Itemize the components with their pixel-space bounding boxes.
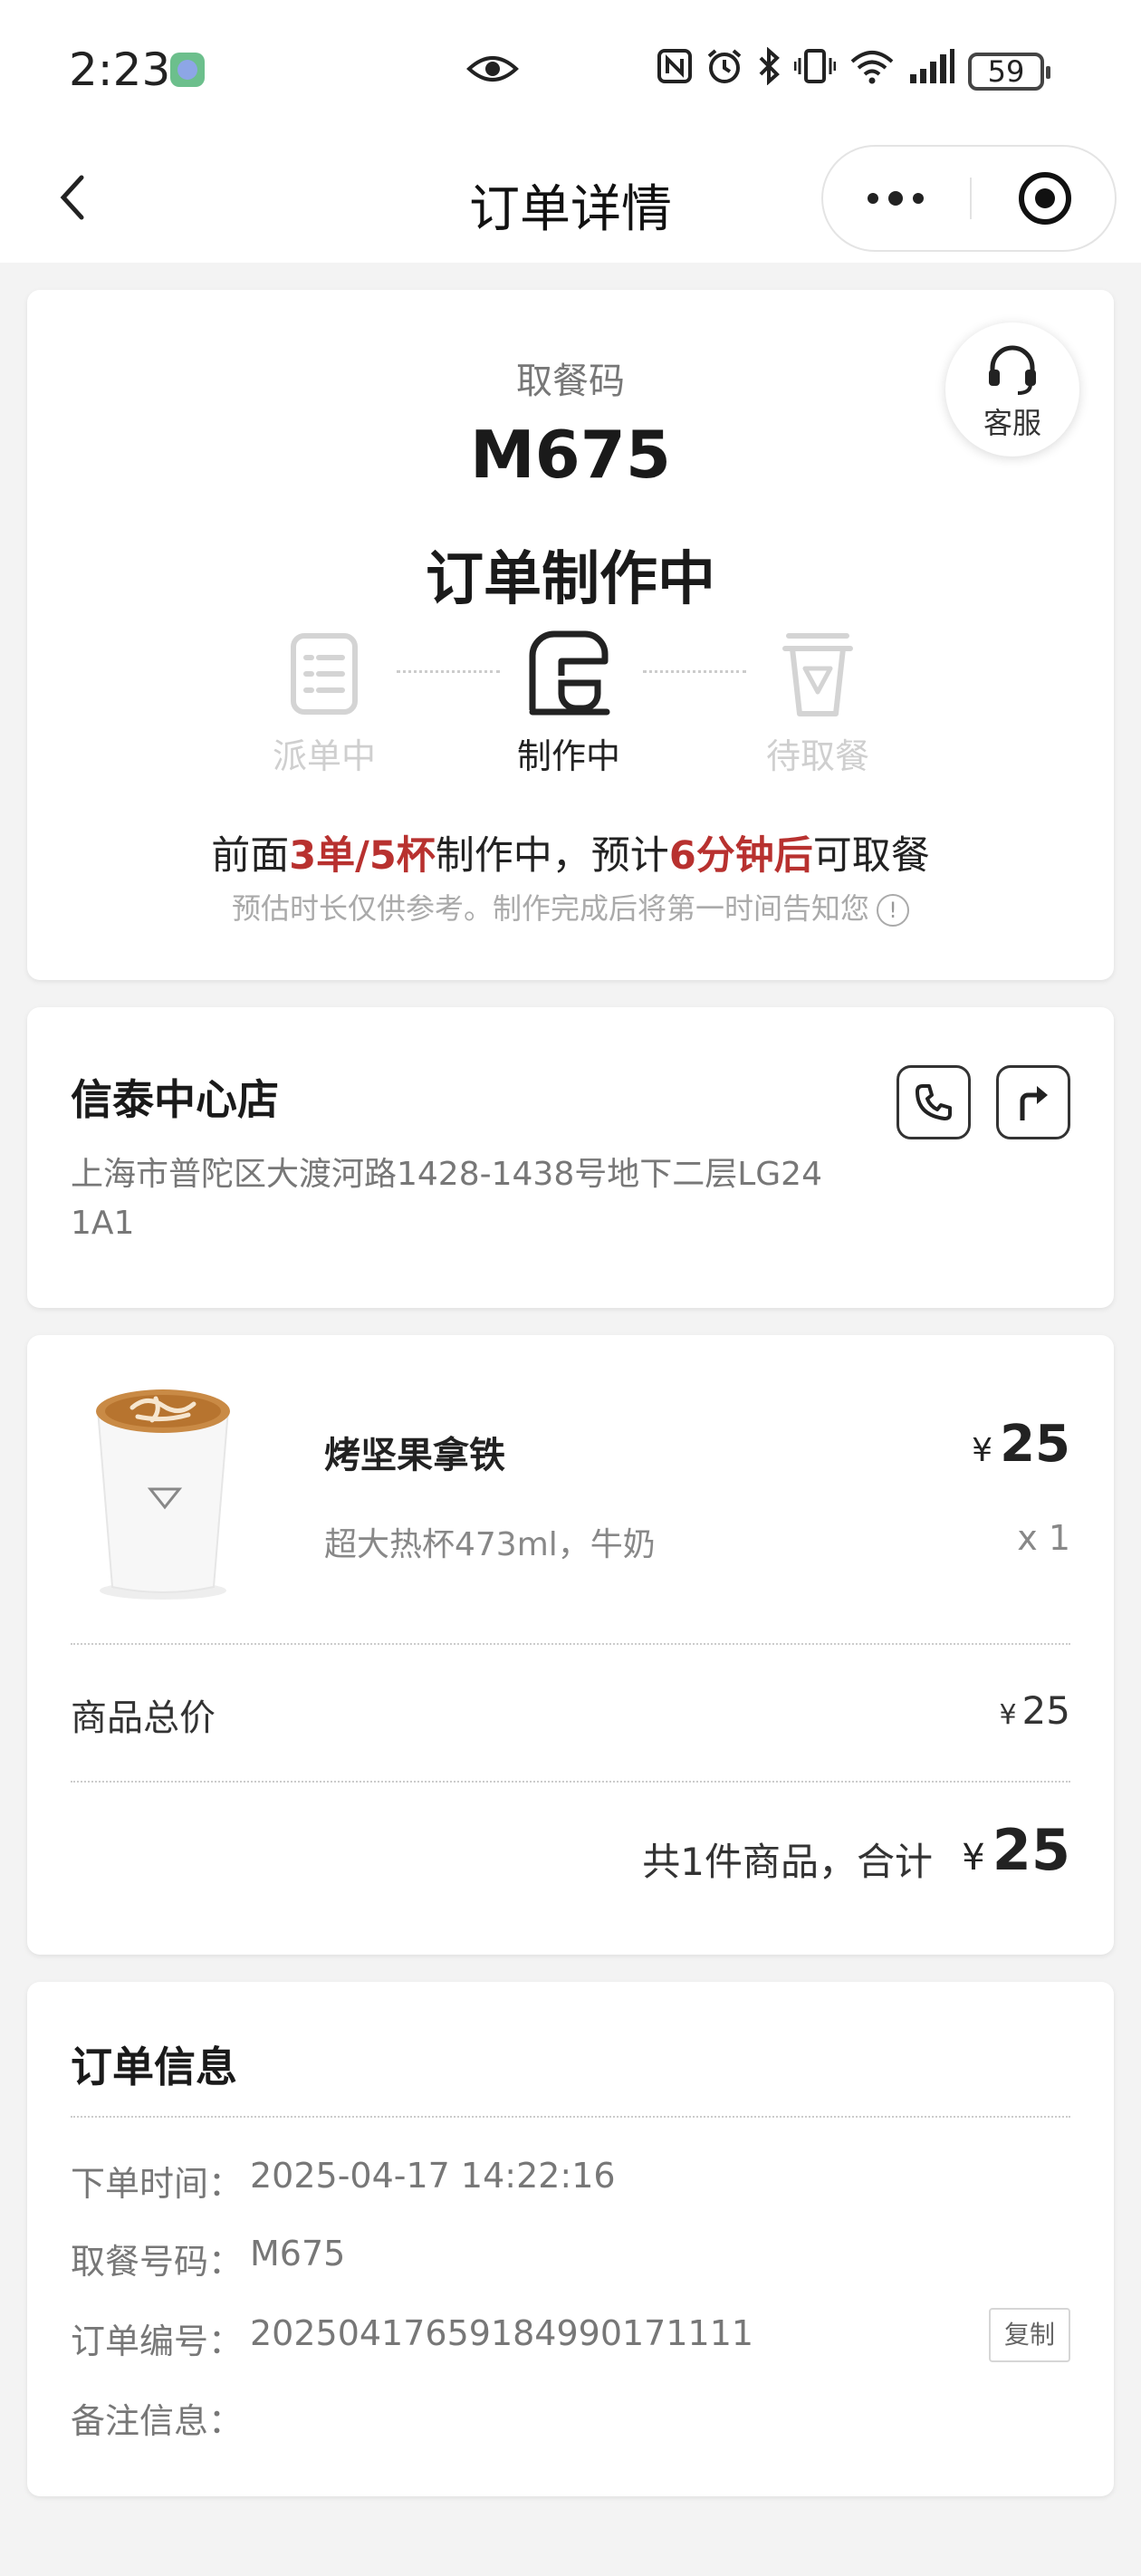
store-card: 信泰中心店 上海市普陀区大渡河路1428-1438号地下二层LG24 1A1 [27, 1007, 1114, 1308]
copy-button[interactable]: 复制 [989, 2308, 1070, 2362]
info-row-order-number: 订单编号： 20250417659184990171111 复制 [71, 2308, 1070, 2368]
more-button[interactable] [823, 147, 968, 250]
currency-symbol: ¥ [999, 1699, 1017, 1731]
info-label: 下单时间： [71, 2164, 244, 2204]
navigate-store-button[interactable] [996, 1065, 1070, 1139]
order-info-title: 订单信息 [71, 2043, 237, 2091]
nav-bar: 订单详情 [0, 136, 1141, 263]
signal-icon [908, 47, 955, 96]
step-making: 制作中 [496, 627, 641, 778]
vibrate-icon [793, 47, 837, 96]
product-price: ¥25 [972, 1415, 1070, 1474]
subtotal-label: 商品总价 [71, 1697, 216, 1739]
info-value: M675 [250, 2234, 346, 2273]
eta-queue: 3单/5杯 [289, 833, 436, 879]
step-dispatching: 派单中 [252, 627, 397, 778]
step-label: 待取餐 [765, 736, 869, 776]
eta-note-text: 预估时长仅供参考。制作完成后将第一时间告知您 [231, 891, 869, 926]
step-label: 派单中 [272, 736, 376, 776]
total-text: 共1件商品，合计 [642, 1840, 933, 1884]
info-row-order-time: 下单时间： 2025-04-17 14:22:16 [71, 2156, 1070, 2210]
product-quantity: x 1 [1017, 1518, 1070, 1558]
subtotal-amount: 25 [1021, 1688, 1070, 1733]
step-ready: 待取餐 [745, 627, 890, 778]
currency-symbol: ¥ [962, 1837, 985, 1879]
eta-suffix: 可取餐 [812, 833, 930, 879]
order-info-card: 订单信息 下单时间： 2025-04-17 14:22:16 取餐号码： M67… [27, 1982, 1114, 2496]
mini-program-capsule [821, 145, 1117, 252]
info-row-remarks: 备注信息： [71, 2393, 1070, 2447]
eta-middle: 制作中，预计 [435, 833, 669, 879]
customer-service-button[interactable]: 客服 [945, 322, 1079, 457]
currency-symbol: ¥ [972, 1432, 993, 1469]
cup-icon [745, 627, 890, 721]
info-row-pickup-number: 取餐号码： M675 [71, 2234, 1070, 2288]
app-notification-icon [170, 53, 205, 87]
divider [71, 2116, 1070, 2118]
step-connector [643, 670, 746, 673]
status-time: 2:23 [69, 43, 171, 96]
info-value: 20250417659184990171111 [250, 2313, 754, 2353]
alarm-icon [705, 47, 743, 96]
info-icon[interactable]: ! [877, 894, 909, 927]
product-card: 烤坚果拿铁 超大热杯473ml，牛奶 ¥25 x 1 商品总价 ¥25 共1件商… [27, 1335, 1114, 1955]
step-label: 制作中 [516, 736, 620, 776]
capsule-divider [970, 178, 972, 219]
directions-icon [1020, 1086, 1048, 1120]
phone-icon [916, 1084, 952, 1120]
total-value: ¥25 [962, 1817, 1070, 1883]
subtotal-value: ¥25 [999, 1688, 1070, 1733]
bluetooth-icon [756, 46, 781, 96]
info-label: 订单编号： [71, 2321, 244, 2361]
wifi-icon [849, 47, 896, 96]
step-connector [397, 670, 500, 673]
eye-icon [466, 51, 519, 91]
coffee-machine-icon [496, 627, 641, 721]
call-store-button[interactable] [896, 1065, 971, 1139]
eta-text: 前面3单/5杯制作中，预计6分钟后可取餐 [27, 824, 1114, 880]
info-label: 取餐号码： [71, 2242, 244, 2282]
order-status-title: 订单制作中 [426, 546, 715, 613]
product-price-value: 25 [1000, 1415, 1070, 1474]
clipboard-icon [252, 627, 397, 721]
battery-icon: 59 [968, 53, 1050, 91]
eta-prefix: 前面 [211, 833, 290, 879]
headset-icon [989, 345, 1036, 395]
order-status-card: 取餐码 M675 订单制作中 客服 派单中 制作中 待取餐 前面3单/5杯制作中… [27, 290, 1114, 980]
eta-time: 6分钟后 [668, 833, 813, 879]
customer-service-label: 客服 [983, 406, 1041, 440]
divider [71, 1781, 1070, 1783]
more-dots-icon [868, 191, 924, 206]
status-icons: 59 [657, 46, 1050, 96]
info-label: 备注信息： [71, 2401, 244, 2441]
store-name: 信泰中心店 [71, 1075, 279, 1124]
product-spec: 超大热杯473ml，牛奶 [324, 1526, 656, 1563]
store-address: 上海市普陀区大渡河路1428-1438号地下二层LG24 1A1 [71, 1156, 822, 1242]
target-icon [1019, 172, 1071, 225]
eta-note: 预估时长仅供参考。制作完成后将第一时间告知您! [27, 886, 1114, 928]
close-miniprogram-button[interactable] [973, 147, 1117, 250]
info-value: 2025-04-17 14:22:16 [250, 2156, 616, 2196]
product-image [72, 1389, 254, 1607]
divider [71, 1643, 1070, 1645]
status-bar: 2:23 59 [0, 0, 1141, 136]
product-name: 烤坚果拿铁 [324, 1435, 505, 1476]
total-amount: 25 [992, 1817, 1070, 1883]
nfc-icon [657, 48, 693, 95]
